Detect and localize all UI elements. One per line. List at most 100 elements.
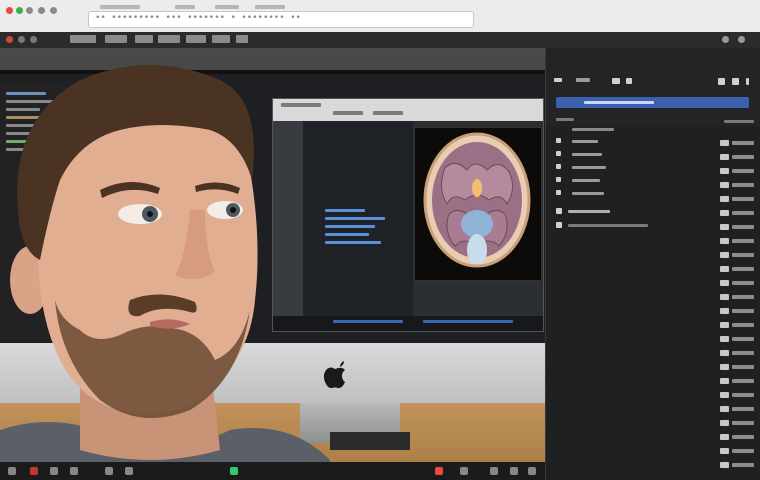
- list-item-icon: [720, 182, 729, 188]
- maximize-window-icon[interactable]: [16, 7, 23, 14]
- app-icon[interactable]: [230, 467, 238, 475]
- window-maximize-icon[interactable]: [738, 36, 745, 43]
- app-icon[interactable]: [105, 467, 113, 475]
- tab-title[interactable]: [100, 5, 140, 9]
- row-icon: [556, 190, 561, 195]
- list-item[interactable]: [732, 295, 754, 299]
- panel-row-label[interactable]: [572, 192, 604, 195]
- list-item[interactable]: [732, 323, 754, 327]
- panel-menu-icon[interactable]: [554, 78, 562, 82]
- panel-action-icon[interactable]: [626, 78, 632, 84]
- list-item-icon: [720, 280, 729, 286]
- list-item[interactable]: [732, 379, 754, 383]
- code-line: [325, 225, 375, 228]
- menu-item[interactable]: [135, 35, 153, 43]
- app-icon[interactable]: [18, 36, 25, 43]
- list-item-icon: [720, 434, 729, 440]
- app-icon[interactable]: [490, 467, 498, 475]
- menu-item[interactable]: [236, 35, 248, 43]
- app-icon[interactable]: [528, 467, 536, 475]
- list-item[interactable]: [732, 351, 754, 355]
- panel-row-label[interactable]: [568, 210, 610, 213]
- panel-action-icon[interactable]: [612, 78, 620, 84]
- code-line: [325, 209, 365, 212]
- list-item[interactable]: [732, 225, 754, 229]
- list-item[interactable]: [732, 309, 754, 313]
- panel-section-label: [556, 118, 574, 121]
- list-item[interactable]: [732, 393, 754, 397]
- row-icon: [556, 208, 562, 214]
- panel-row-label[interactable]: [572, 153, 602, 156]
- list-item[interactable]: [732, 407, 754, 411]
- list-item[interactable]: [732, 365, 754, 369]
- tab-title[interactable]: [255, 5, 285, 9]
- list-item[interactable]: [732, 463, 754, 467]
- brain-scan-image: [414, 127, 542, 281]
- list-item[interactable]: [732, 267, 754, 271]
- list-item[interactable]: [732, 281, 754, 285]
- list-item[interactable]: [732, 197, 754, 201]
- panel-search-field[interactable]: [556, 97, 749, 108]
- panel-row-label[interactable]: [572, 179, 600, 182]
- list-item-icon: [720, 238, 729, 244]
- list-header: [724, 120, 754, 123]
- list-item[interactable]: [732, 239, 754, 243]
- toolbar-item[interactable]: [333, 111, 363, 115]
- panel-row-label[interactable]: [568, 224, 648, 227]
- tab-title[interactable]: [175, 5, 195, 9]
- app-icon[interactable]: [50, 467, 58, 475]
- close-window-icon[interactable]: [6, 7, 13, 14]
- list-item[interactable]: [732, 141, 754, 145]
- list-item[interactable]: [732, 421, 754, 425]
- tab-icon[interactable]: [38, 7, 45, 14]
- menu-item[interactable]: [105, 35, 127, 43]
- panel-action-icon[interactable]: [732, 78, 739, 85]
- app-icon[interactable]: [435, 467, 443, 475]
- panel-more-icon[interactable]: [746, 78, 749, 85]
- row-icon: [556, 138, 561, 143]
- list-item[interactable]: [732, 169, 754, 173]
- tab-title[interactable]: [215, 5, 239, 9]
- list-item[interactable]: [732, 337, 754, 341]
- toolbar-item[interactable]: [373, 111, 403, 115]
- list-item-icon: [720, 224, 729, 230]
- list-item-icon: [720, 168, 729, 174]
- app-icon[interactable]: [70, 467, 78, 475]
- panel-row-label[interactable]: [572, 140, 598, 143]
- list-item[interactable]: [732, 435, 754, 439]
- app-icon[interactable]: [460, 467, 468, 475]
- panel-row-label[interactable]: [572, 166, 606, 169]
- menu-item[interactable]: [186, 35, 206, 43]
- window-close-icon[interactable]: [722, 36, 729, 43]
- app-menubar: [0, 32, 760, 48]
- app-icon[interactable]: [30, 467, 38, 475]
- menu-item[interactable]: [70, 35, 96, 43]
- list-item-icon: [720, 392, 729, 398]
- list-item[interactable]: [732, 253, 754, 257]
- tab-icon[interactable]: [26, 7, 33, 14]
- app-icon[interactable]: [6, 36, 13, 43]
- list-item-icon: [720, 350, 729, 356]
- list-item[interactable]: [732, 155, 754, 159]
- menu-item[interactable]: [158, 35, 180, 43]
- list-item-icon: [720, 322, 729, 328]
- list-item-icon: [720, 266, 729, 272]
- list-item[interactable]: [732, 183, 754, 187]
- tab-icon[interactable]: [50, 7, 57, 14]
- browser-toolbar: •• ••••••••• ••• ••••••• • •••••••• ••: [0, 0, 760, 33]
- status-text: [423, 320, 513, 323]
- list-item-icon: [720, 294, 729, 300]
- app-icon[interactable]: [8, 467, 16, 475]
- list-item-icon: [720, 154, 729, 160]
- address-bar[interactable]: •• ••••••••• ••• ••••••• • •••••••• ••: [88, 11, 474, 28]
- app-icon[interactable]: [125, 467, 133, 475]
- panel-row-label[interactable]: [572, 128, 614, 131]
- list-item[interactable]: [732, 449, 754, 453]
- brain-illustration: [423, 132, 531, 268]
- panel-action-icon[interactable]: [718, 78, 725, 85]
- list-item[interactable]: [732, 211, 754, 215]
- row-icon: [556, 151, 561, 156]
- menu-item[interactable]: [212, 35, 230, 43]
- app-icon[interactable]: [30, 36, 37, 43]
- app-icon[interactable]: [510, 467, 518, 475]
